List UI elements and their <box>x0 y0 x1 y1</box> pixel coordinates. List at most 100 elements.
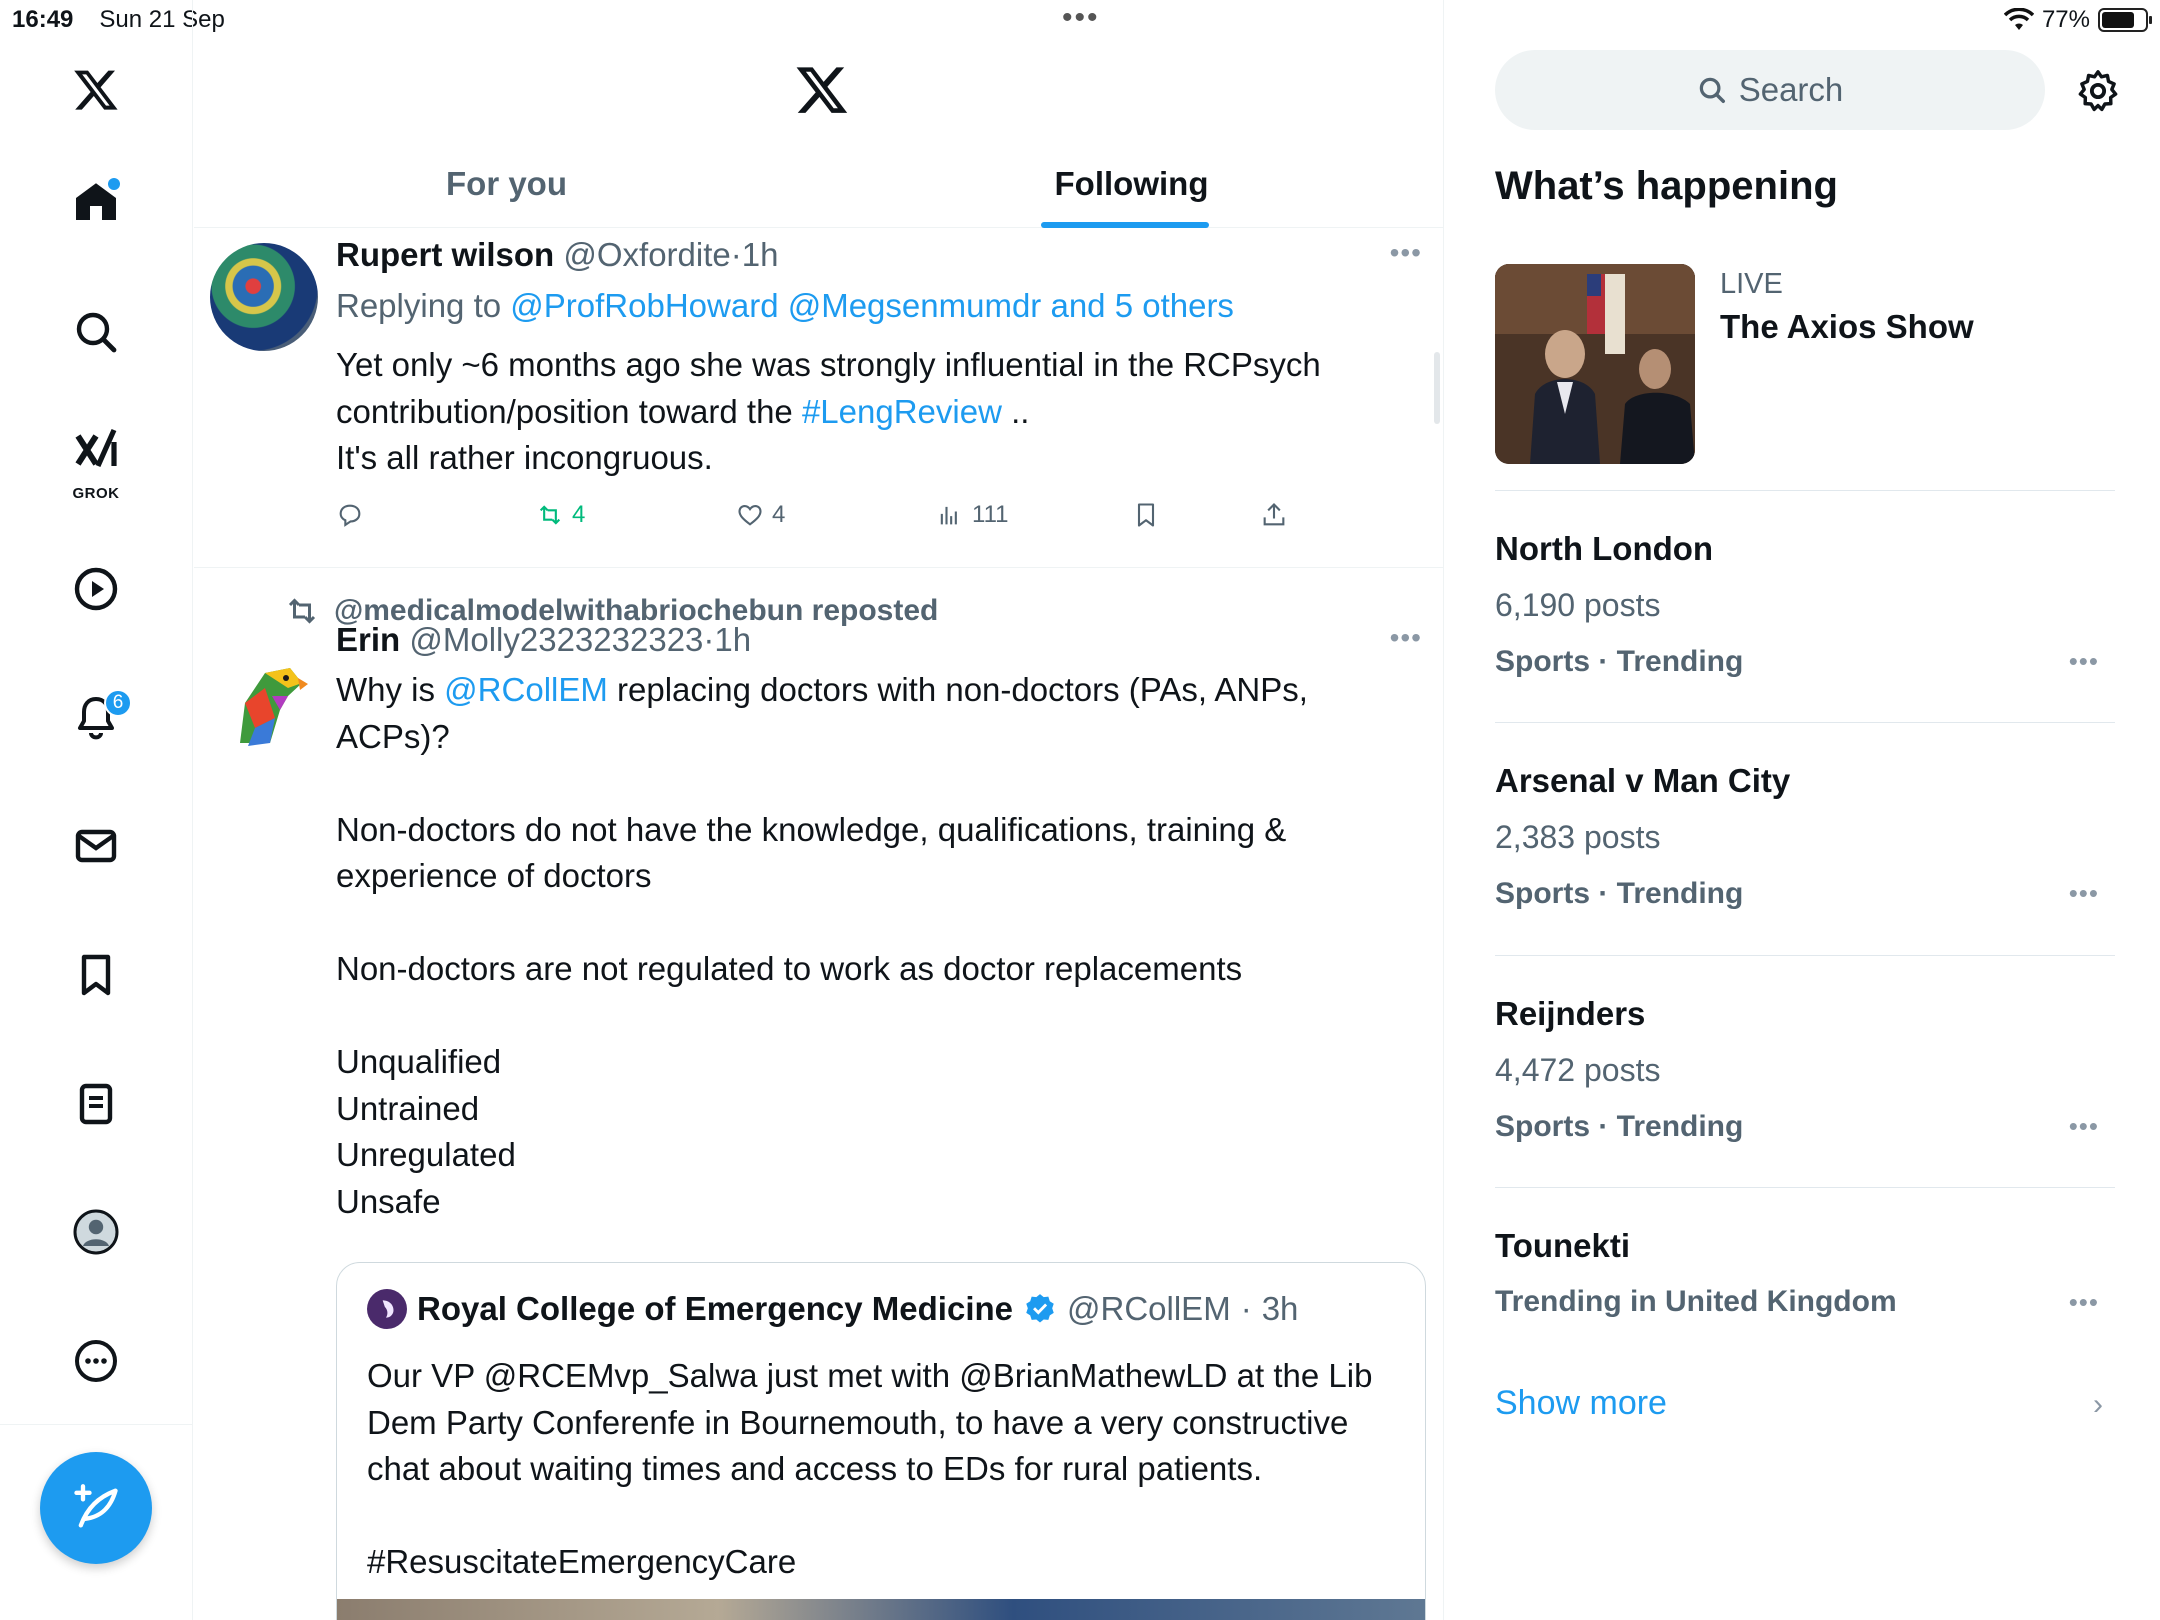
views-icon <box>940 506 957 525</box>
replying-prefix: Replying to <box>336 287 502 324</box>
live-event-card[interactable]: LIVE The Axios Show <box>1495 264 2115 464</box>
more-options-icon[interactable]: ••• <box>1390 237 1422 269</box>
show-more-link[interactable]: Show more <box>1495 1384 1667 1423</box>
bookmark-icon[interactable] <box>62 941 130 1009</box>
separator-dot: · <box>703 621 715 658</box>
search-icon <box>1699 77 1725 103</box>
tweet-actions: 4 4 111 <box>336 501 1336 537</box>
mail-icon[interactable] <box>62 812 130 880</box>
replying-to: Replying to @ProfRobHoward @Megsenmumdr … <box>336 287 1234 325</box>
like-count: 4 <box>772 501 786 528</box>
live-label: LIVE <box>1720 268 1783 300</box>
replying-to-users[interactable]: @ProfRobHoward @Megsenmumdr and 5 others <box>510 287 1234 324</box>
quote-media-image[interactable] <box>337 1599 1425 1620</box>
retweet-button[interactable]: 4 <box>536 501 585 529</box>
tweet-text-b: replacing doctors with non-doctors (PAs,… <box>336 671 1308 1220</box>
home-icon[interactable] <box>62 168 130 236</box>
gear-icon[interactable] <box>2075 68 2121 114</box>
tweet-time[interactable]: 1h <box>742 236 779 273</box>
chevron-right-icon[interactable]: › <box>2093 1388 2103 1422</box>
avatar[interactable] <box>210 243 318 351</box>
right-sidebar: Search What’s happening LIVE The Axios S… <box>1445 0 2160 1620</box>
x-logo-icon[interactable] <box>62 56 130 124</box>
tweet[interactable]: Rupert wilson @Oxfordite·1h ••• Replying… <box>194 229 1443 567</box>
view-count: 111 <box>972 501 1009 528</box>
rail-divider <box>0 1424 193 1425</box>
grok-label: GROK <box>72 485 120 502</box>
share-icon <box>1263 503 1285 526</box>
trend-category: Sports · Trending <box>1495 1110 1744 1143</box>
trend-name: North London <box>1495 530 1714 567</box>
bell-icon[interactable]: 6 <box>62 683 132 751</box>
lists-icon[interactable] <box>62 1070 130 1138</box>
more-options-icon[interactable]: ••• <box>1390 622 1422 654</box>
timeline-column: For you Following Rupert wilson @Oxfordi… <box>194 0 1444 1620</box>
live-title[interactable]: The Axios Show <box>1720 308 1974 346</box>
reply-icon <box>339 504 361 527</box>
author-handle[interactable]: @Oxfordite <box>563 236 730 273</box>
separator-dot: · <box>1240 1290 1252 1327</box>
trend-item[interactable]: Reijnders 4,472 posts Sports · Trending … <box>1495 995 2115 1185</box>
author-name[interactable]: Rupert wilson <box>336 236 554 273</box>
trend-name: Tounekti <box>1495 1227 1631 1264</box>
avatar[interactable] <box>210 648 318 756</box>
more-options-icon[interactable]: ••• <box>2069 646 2099 677</box>
trend-divider <box>1495 1187 2115 1188</box>
tweet-time[interactable]: 1h <box>714 621 751 658</box>
trend-category: Sports · Trending <box>1495 877 1744 910</box>
search-icon[interactable] <box>62 298 130 366</box>
quote-author-handle[interactable]: @RCollEM <box>1067 1290 1231 1328</box>
active-tab-indicator <box>1041 222 1209 228</box>
tweet-header: Rupert wilson @Oxfordite·1h <box>336 236 778 274</box>
live-thumbnail[interactable] <box>1495 264 1695 464</box>
video-icon[interactable] <box>62 555 130 623</box>
more-options-icon[interactable]: ••• <box>2069 1287 2099 1318</box>
trend-name: Arsenal v Man City <box>1495 762 1791 799</box>
quote-header: Royal College of Emergency Medicine @RCo… <box>367 1289 1298 1329</box>
search-input[interactable]: Search <box>1495 50 2045 130</box>
retweet-icon <box>539 505 561 525</box>
quoted-tweet[interactable]: Royal College of Emergency Medicine @RCo… <box>336 1262 1426 1620</box>
quote-text: Our VP @RCEMvp_Salwa just met with @Bria… <box>367 1357 1373 1580</box>
compose-button[interactable] <box>40 1452 152 1564</box>
trend-divider <box>1495 722 2115 723</box>
profile-icon[interactable] <box>62 1198 130 1266</box>
tweet-text-a: Why is <box>336 671 445 708</box>
verified-badge-icon <box>1026 1294 1054 1323</box>
trend-posts: 2,383 posts <box>1495 819 1661 855</box>
more-icon[interactable] <box>62 1327 130 1395</box>
more-options-icon[interactable]: ••• <box>2069 1111 2099 1142</box>
compose-icon <box>74 1484 118 1528</box>
rcem-logo-icon[interactable] <box>367 1289 407 1329</box>
trend-posts: 6,190 posts <box>1495 587 1661 623</box>
trend-divider <box>1495 490 2115 491</box>
search-placeholder: Search <box>1738 71 1844 108</box>
like-button[interactable]: 4 <box>736 501 785 529</box>
hashtag-link[interactable]: #LengReview <box>802 393 1002 430</box>
trend-item[interactable]: Arsenal v Man City 2,383 posts Sports · … <box>1495 762 2115 952</box>
trend-divider <box>1495 955 2115 956</box>
tweet-header: Erin @Molly2323232323·1h <box>336 621 751 659</box>
share-button[interactable] <box>1260 501 1288 529</box>
retweet-count: 4 <box>572 501 586 528</box>
tab-for-you[interactable]: For you <box>194 140 819 228</box>
bookmark-button[interactable] <box>1132 501 1160 529</box>
trend-item[interactable]: Tounekti Trending in United Kingdom ••• <box>1495 1227 2115 1347</box>
bookmark-icon <box>1137 503 1155 527</box>
quote-time[interactable]: 3h <box>1262 1290 1299 1328</box>
more-options-icon[interactable]: ••• <box>2069 878 2099 909</box>
reply-button[interactable] <box>336 501 364 529</box>
x-logo-icon[interactable] <box>794 62 850 118</box>
views-button[interactable]: 111 <box>936 501 1008 529</box>
tweet-text: Yet only ~6 months ago she was strongly … <box>336 342 1386 482</box>
author-name[interactable]: Erin <box>336 621 400 658</box>
mention-link[interactable]: @RCollEM <box>444 671 608 708</box>
tab-following[interactable]: Following <box>819 140 1443 228</box>
left-nav-rail: GROK 6 <box>0 0 193 1620</box>
trend-item[interactable]: North London 6,190 posts Sports · Trendi… <box>1495 530 2115 720</box>
whats-happening-title: What’s happening <box>1495 164 1838 208</box>
quote-author-name[interactable]: Royal College of Emergency Medicine <box>417 1290 1013 1328</box>
trend-category: Sports · Trending <box>1495 645 1744 678</box>
grok-icon[interactable]: GROK <box>62 420 130 502</box>
author-handle[interactable]: @Molly2323232323 <box>409 621 703 658</box>
